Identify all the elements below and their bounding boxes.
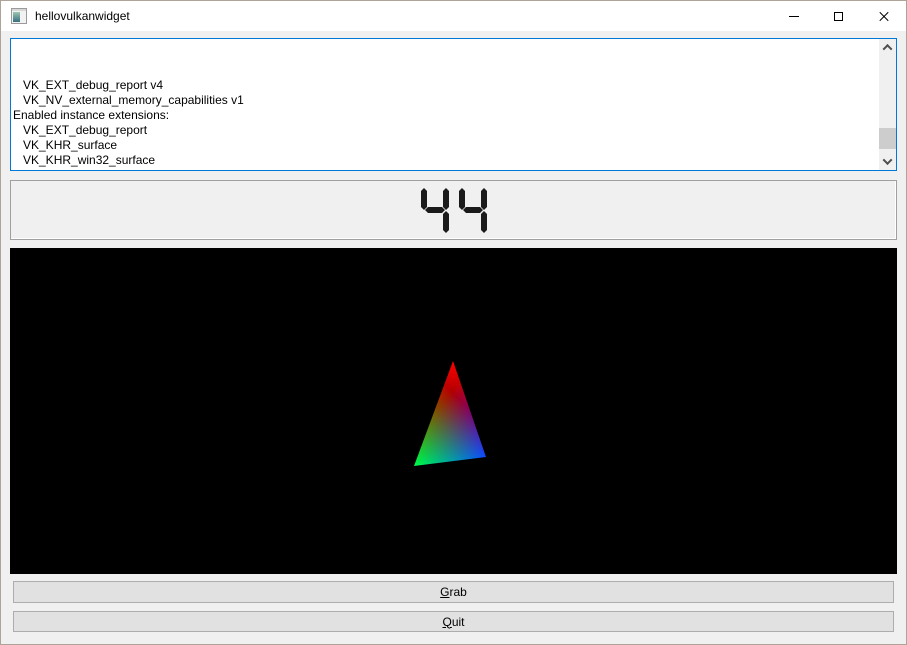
close-icon bbox=[878, 10, 890, 22]
vulkan-info-textedit[interactable]: VK_EXT_debug_report v4 VK_NV_external_me… bbox=[10, 38, 897, 171]
quit-button[interactable]: Quit bbox=[13, 611, 894, 632]
grab-label-mnemonic: G bbox=[440, 585, 449, 599]
log-line: Color format: 44 bbox=[13, 168, 877, 170]
log-line: VK_EXT_debug_report bbox=[13, 123, 877, 138]
log-line: VK_KHR_win32_surface bbox=[13, 153, 877, 168]
quit-label: uit bbox=[452, 615, 465, 629]
vertical-scrollbar[interactable] bbox=[879, 39, 896, 170]
minimize-icon bbox=[789, 16, 799, 17]
log-line: VK_KHR_surface bbox=[13, 138, 877, 153]
minimize-button[interactable] bbox=[771, 1, 816, 31]
log-line: VK_EXT_debug_report v4 bbox=[13, 78, 877, 93]
grab-button[interactable]: Grab bbox=[13, 581, 894, 603]
maximize-button[interactable] bbox=[816, 1, 861, 31]
scrollbar-thumb[interactable] bbox=[879, 128, 896, 149]
quit-label-mnemonic: Q bbox=[442, 615, 451, 629]
lcd-number-display bbox=[10, 180, 897, 240]
scrollbar-track[interactable] bbox=[879, 56, 896, 153]
chevron-up-icon bbox=[883, 44, 893, 54]
client-area: VK_EXT_debug_report v4 VK_NV_external_me… bbox=[1, 31, 906, 644]
scroll-up-button[interactable] bbox=[879, 39, 896, 56]
log-lines: VK_EXT_debug_report v4 VK_NV_external_me… bbox=[11, 38, 879, 170]
grab-label: rab bbox=[450, 585, 467, 599]
log-line: VK_NV_external_memory_capabilities v1 bbox=[13, 93, 877, 108]
rgb-triangle bbox=[10, 248, 897, 574]
app-icon bbox=[11, 8, 27, 24]
app-window: hellovulkanwidget VK_EXT_debug_report v4… bbox=[0, 0, 907, 645]
window-title: hellovulkanwidget bbox=[35, 9, 130, 23]
scroll-down-button[interactable] bbox=[879, 153, 896, 170]
log-line: Enabled instance extensions: bbox=[13, 108, 877, 123]
chevron-down-icon bbox=[883, 155, 893, 165]
vulkan-render-area bbox=[10, 248, 897, 574]
maximize-icon bbox=[834, 12, 843, 21]
lcd-digits bbox=[420, 184, 488, 236]
close-button[interactable] bbox=[861, 1, 906, 31]
titlebar[interactable]: hellovulkanwidget bbox=[1, 1, 906, 31]
window-controls bbox=[771, 1, 906, 31]
